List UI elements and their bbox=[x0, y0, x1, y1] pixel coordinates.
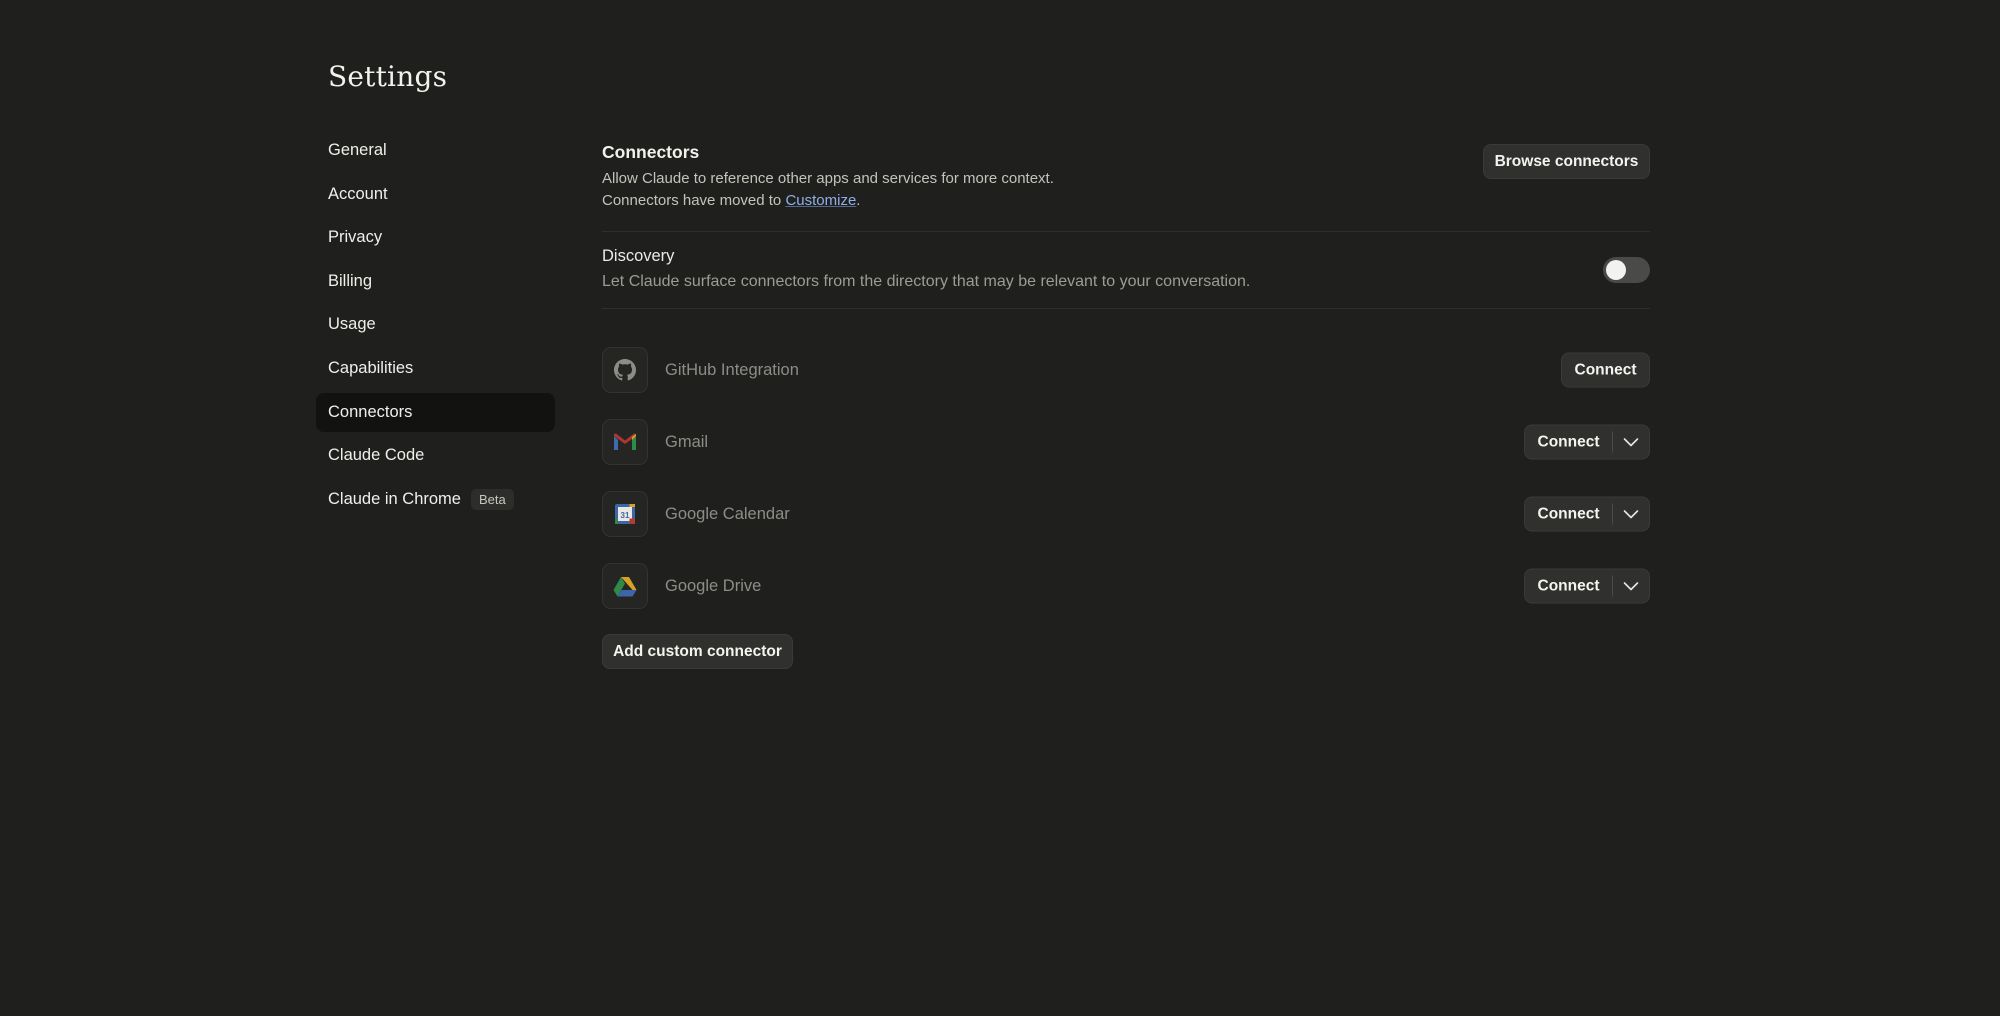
connect-split-button: Connect bbox=[1524, 568, 1650, 604]
discovery-toggle[interactable] bbox=[1603, 257, 1650, 283]
moved-prefix: Connectors have moved to bbox=[602, 192, 786, 209]
connector-name: Google Drive bbox=[665, 576, 762, 595]
settings-sidebar: General Account Privacy Billing Usage Ca… bbox=[316, 131, 555, 523]
connector-row-gmail: Gmail Connect bbox=[602, 406, 1650, 478]
google-calendar-icon: 31 bbox=[602, 491, 648, 537]
sidebar-item-label: Connectors bbox=[328, 402, 413, 421]
connectors-panel: Connectors Allow Claude to reference oth… bbox=[602, 142, 1650, 669]
sidebar-item-label: Usage bbox=[328, 315, 376, 334]
connect-button[interactable]: Connect bbox=[1525, 498, 1612, 531]
add-custom-connector-button[interactable]: Add custom connector bbox=[602, 634, 793, 669]
sidebar-item-label: Account bbox=[328, 184, 388, 203]
connector-name: Google Calendar bbox=[665, 504, 790, 523]
sidebar-item-general[interactable]: General bbox=[316, 131, 555, 170]
sidebar-item-account[interactable]: Account bbox=[316, 175, 555, 214]
connectors-header: Connectors Allow Claude to reference oth… bbox=[602, 142, 1650, 212]
svg-text:31: 31 bbox=[621, 511, 630, 520]
row-actions: Connect bbox=[1561, 352, 1650, 388]
connector-row-google-calendar: 31 Google Calendar Connect bbox=[602, 478, 1650, 550]
sidebar-item-label: General bbox=[328, 141, 387, 159]
connectors-moved-note: Connectors have moved to Customize. bbox=[602, 190, 1650, 212]
row-actions: Connect bbox=[1524, 568, 1650, 604]
discovery-setting: Discovery Let Claude surface connectors … bbox=[602, 232, 1650, 308]
toggle-knob bbox=[1606, 260, 1626, 280]
sidebar-item-label: Privacy bbox=[328, 228, 383, 247]
beta-badge: Beta bbox=[470, 488, 514, 510]
row-actions: Connect bbox=[1524, 424, 1650, 460]
sidebar-item-claude-code[interactable]: Claude Code bbox=[316, 436, 555, 475]
sidebar-item-label: Claude Code bbox=[328, 446, 425, 465]
discovery-title: Discovery bbox=[602, 247, 675, 265]
sidebar-item-connectors[interactable]: Connectors bbox=[316, 392, 555, 432]
sidebar-item-label: Claude in Chrome bbox=[328, 489, 461, 508]
sidebar-item-claude-in-chrome[interactable]: Claude in Chrome Beta bbox=[316, 480, 555, 519]
sidebar-item-billing[interactable]: Billing bbox=[316, 262, 555, 301]
discovery-description: Let Claude surface connectors from the d… bbox=[602, 273, 1251, 290]
customize-link[interactable]: Customize bbox=[785, 192, 856, 209]
sidebar-item-usage[interactable]: Usage bbox=[316, 305, 555, 344]
connector-name: GitHub Integration bbox=[665, 360, 799, 379]
chevron-down-icon[interactable] bbox=[1613, 426, 1649, 459]
connector-name: Gmail bbox=[665, 432, 709, 451]
sidebar-item-capabilities[interactable]: Capabilities bbox=[316, 349, 555, 388]
page-title: Settings bbox=[328, 60, 448, 93]
browse-connectors-button[interactable]: Browse connectors bbox=[1483, 144, 1650, 179]
divider bbox=[602, 308, 1650, 309]
connect-button[interactable]: Connect bbox=[1525, 570, 1612, 603]
settings-page: Settings General Account Privacy Billing… bbox=[0, 0, 2000, 1016]
google-drive-icon bbox=[602, 563, 648, 609]
chevron-down-icon[interactable] bbox=[1613, 498, 1649, 531]
connect-split-button: Connect bbox=[1524, 496, 1650, 532]
connect-button[interactable]: Connect bbox=[1525, 426, 1612, 459]
sidebar-item-label: Billing bbox=[328, 271, 373, 290]
sidebar-item-label: Capabilities bbox=[328, 358, 414, 377]
connect-split-button: Connect bbox=[1524, 424, 1650, 460]
sidebar-item-privacy[interactable]: Privacy bbox=[316, 218, 555, 257]
gmail-icon bbox=[602, 419, 648, 465]
connector-row-google-drive: Google Drive Connect bbox=[602, 550, 1650, 622]
row-actions: Connect bbox=[1524, 496, 1650, 532]
connect-button[interactable]: Connect bbox=[1561, 352, 1650, 388]
github-icon bbox=[602, 347, 648, 393]
connector-row-github: GitHub Integration Connect bbox=[602, 334, 1650, 406]
chevron-down-icon[interactable] bbox=[1613, 570, 1649, 603]
connector-list: GitHub Integration Connect Gmail Connect… bbox=[602, 334, 1650, 622]
moved-suffix: . bbox=[856, 192, 861, 209]
